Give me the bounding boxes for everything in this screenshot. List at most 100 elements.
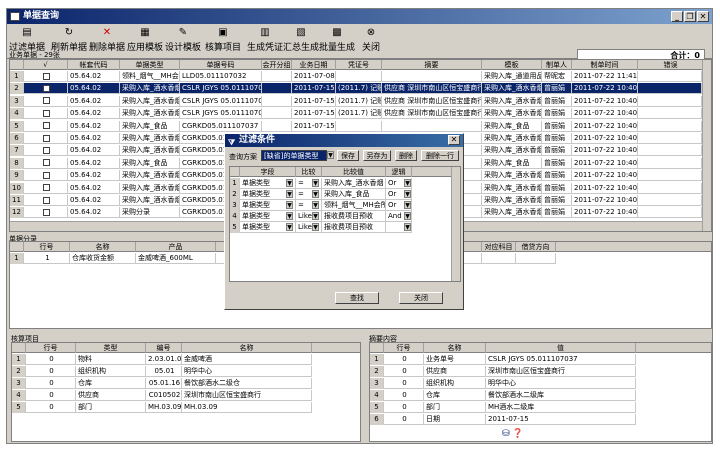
checkbox-icon[interactable] [43,109,50,117]
table-row[interactable]: 5 0 部门 MH.03.09 MH.03.09 [12,402,312,413]
save-as-button[interactable]: 另存为 [363,150,391,161]
minimize-button[interactable]: _ [671,11,683,22]
table-cell[interactable]: 报收费项目预收 [322,222,386,233]
col-header[interactable]: 制单时间 [572,60,638,70]
checkbox-icon[interactable] [43,134,50,142]
table-row[interactable]: 5 单据类型 Like 报收费项目预收 ▼ ▼ ▼ [230,222,412,233]
chevron-down-icon[interactable]: ▼ [312,201,319,209]
table-cell[interactable]: 报收费项目预收 [322,211,386,222]
dialog-close-button[interactable]: 关闭 [399,292,443,304]
col-header[interactable]: 行号 [384,343,424,353]
table-row[interactable]: 10物料2.03.01.004金威啤酒 [12,354,312,365]
row-checkbox[interactable] [24,95,68,107]
checkbox-icon[interactable] [43,208,50,216]
table-row[interactable]: 305.64.02采购入库_酒水香烟CSLR JGYS 05.011107037… [10,95,702,107]
row-checkbox[interactable] [24,195,68,206]
batch-generate-button[interactable]: ▩ 批量生成 [319,27,355,57]
table-row[interactable]: 1 0 业务单号 CSLR JGYS 05.011107037 [370,354,636,365]
col-header[interactable]: 借贷方向 [516,242,556,252]
row-checkbox[interactable] [24,108,68,120]
table-row[interactable]: 4 0 仓库 餐饮部酒水二级库 [370,390,636,401]
table-row[interactable]: 405.64.02采购入库_酒水香烟CSLR JGYS 05.011107037… [10,108,702,120]
table-cell[interactable]: 采购入库_食品 [322,189,386,200]
row-checkbox[interactable] [24,120,68,132]
chevron-down-icon[interactable]: ▼ [404,212,411,220]
chevron-down-icon[interactable]: ▼ [312,179,319,187]
vertical-scrollbar[interactable] [702,60,711,231]
table-row[interactable]: 2 0 组织机构 05.01 明华中心 [12,366,312,377]
row-checkbox[interactable] [24,157,68,169]
col-header[interactable]: 摘要 [382,60,482,70]
col-header[interactable]: 凭证号 [336,60,382,70]
chevron-down-icon[interactable]: ▼ [327,151,334,159]
chevron-down-icon[interactable]: ▼ [286,212,293,220]
accounting-items-button[interactable]: ▣ 核算项目 [205,27,241,57]
col-header[interactable]: 名称 [70,242,136,252]
table-row[interactable]: 2 0 供应商 深圳市南山区恒宝盛商行 [370,366,636,377]
chevron-down-icon[interactable]: ▼ [286,201,293,209]
chevron-down-icon[interactable]: ▼ [312,190,319,198]
col-header[interactable]: 单据类型 [120,60,180,70]
col-header[interactable]: 业务日期 [292,60,336,70]
col-header[interactable]: 对应科目 [482,242,516,252]
col-header[interactable]: 类型 [76,343,146,353]
scheme-select[interactable]: [缺省]的单据类型 [261,150,327,161]
checkbox-icon[interactable] [43,171,50,179]
col-header[interactable]: 名称 [424,343,486,353]
checkbox-icon[interactable] [43,196,50,204]
checkbox-icon[interactable] [43,97,50,105]
col-header[interactable]: 编号 [146,343,182,353]
col-header[interactable]: 名称 [182,343,312,353]
restore-button[interactable]: ❐ [684,11,696,22]
col-header[interactable]: 值 [486,343,636,353]
save-button[interactable]: 保存 [337,150,359,161]
col-header[interactable]: 错误 [638,60,704,70]
design-template-button[interactable]: ✎ 设计模板 [165,27,201,57]
table-row[interactable]: 3 0 仓库 05.01.16 餐饮部酒水二级仓 [12,378,312,389]
chevron-down-icon[interactable]: ▼ [404,190,411,198]
row-checkbox[interactable] [24,182,68,194]
row-checkbox[interactable] [24,145,68,157]
col-header[interactable]: √ [24,60,68,70]
dialog-close-icon[interactable]: ✕ [448,135,460,145]
search-button[interactable]: 查找 [335,292,379,304]
row-checkbox[interactable] [24,83,68,95]
chevron-down-icon[interactable]: ▼ [404,179,411,187]
close-button[interactable]: ⊗ 关闭 [359,27,383,57]
taskbar-icons[interactable]: ⛁ ❓ [502,429,542,441]
table-row[interactable]: 5 0 部门 MH酒水二级库 [370,402,636,413]
table-row[interactable]: 4 0 供应商 C010502 深圳市南山区恒宝盛商行 [12,390,312,401]
row-checkbox[interactable] [24,170,68,182]
table-row[interactable]: 6 0 日期 2011-07-15 [370,414,636,425]
col-header[interactable]: 会开分组 [262,60,292,70]
chevron-down-icon[interactable]: ▼ [286,223,293,231]
generate-voucher-button[interactable]: ▥ 生成凭证 [247,27,283,57]
table-row[interactable]: 205.64.02采购入库_酒水香烟CSLR JGYS 05.011107037… [10,83,702,95]
chevron-down-icon[interactable]: ▼ [404,223,411,231]
col-header[interactable]: 产品 [136,242,216,252]
chevron-down-icon[interactable]: ▼ [312,223,319,231]
delete-row-button[interactable]: 删除一行 [421,150,459,161]
table-row[interactable]: 5 05.64.02 采购入库_食品 CGRKD05.011107037 2011-07… [10,120,702,132]
chevron-down-icon[interactable]: ▼ [404,201,411,209]
close-window-button[interactable]: ✕ [697,11,709,22]
summary-generate-button[interactable]: ▧ 汇总生成 [283,27,319,57]
table-row[interactable]: 4 单据类型 Like 报收费项目预收 And ▼ ▼ ▼ [230,211,412,222]
table-row[interactable]: 3 0 组织机构 明华中心 [370,378,636,389]
col-header[interactable]: 单据号码 [180,60,262,70]
apply-template-button[interactable]: ▦ 应用模板 [127,27,163,57]
chevron-down-icon[interactable]: ▼ [286,179,293,187]
checkbox-icon[interactable] [43,159,50,167]
table-row[interactable]: 2 单据类型 = 采购入库_食品 Or ▼ ▼ ▼ [230,189,412,200]
row-checkbox[interactable] [24,133,68,144]
checkbox-icon[interactable] [43,146,50,154]
checkbox-icon[interactable] [43,122,50,130]
col-header[interactable]: 行号 [26,343,76,353]
delete-button[interactable]: 删除 [395,150,417,161]
row-checkbox[interactable] [24,207,68,219]
chevron-down-icon[interactable]: ▼ [286,190,293,198]
checkbox-icon[interactable] [43,184,50,192]
checkbox-icon[interactable] [43,84,50,92]
table-cell[interactable]: 采购入库_酒水香烟 [322,178,386,189]
table-row[interactable]: 1 05.64.02 领料_烟气__MH会所 LLD05.011107032 2011-… [10,71,702,82]
